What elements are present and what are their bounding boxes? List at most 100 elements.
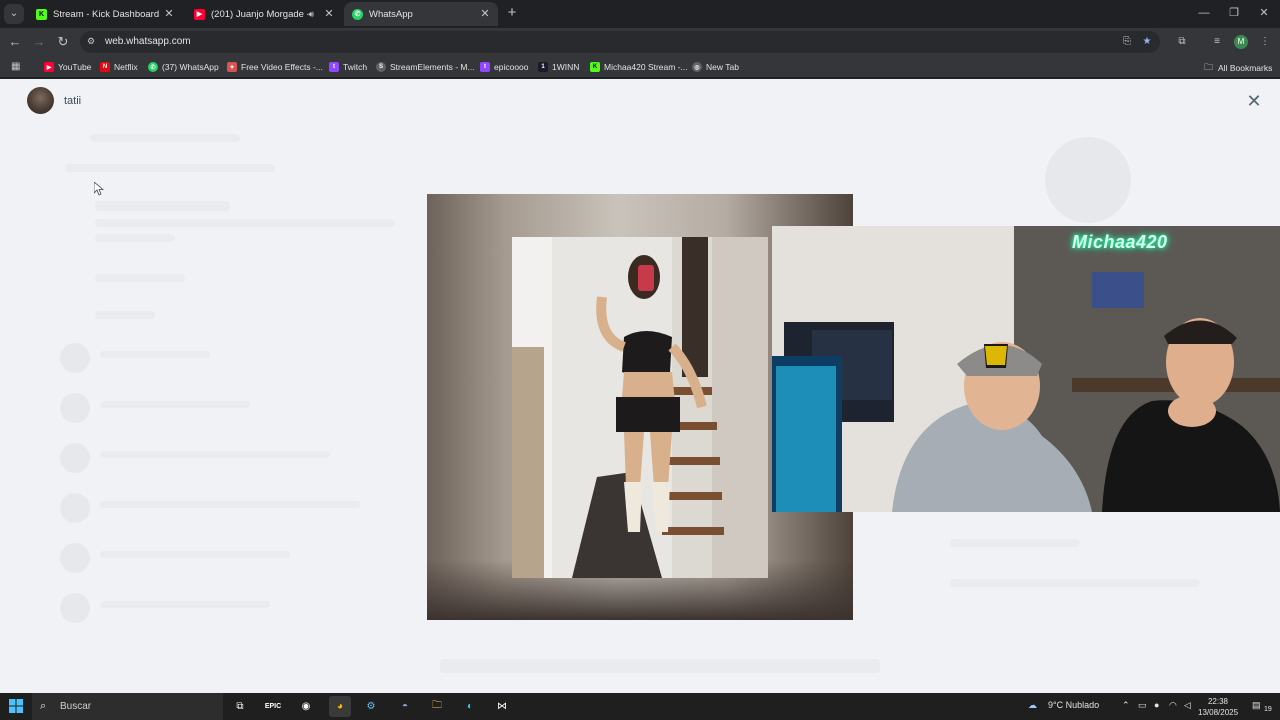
- close-tab-icon[interactable]: ✕: [478, 7, 492, 21]
- bookmark-star-icon[interactable]: ★: [1140, 35, 1154, 49]
- menu-icon[interactable]: ⋮: [1258, 35, 1272, 49]
- windows-taskbar: ⌕ Buscar ⧉ EPIC ◉ ◕ ⚙ ◓ 🗀︎ ◐ ⋈ ☁ 9°C Nub…: [0, 693, 1280, 720]
- chrome-icon[interactable]: ◕: [329, 696, 351, 717]
- cloud-icon[interactable]: ☁: [1028, 700, 1037, 711]
- notification-icon[interactable]: ▤: [1252, 700, 1261, 711]
- apps-grid-icon[interactable]: ▦: [11, 61, 23, 73]
- globe-icon: ◎: [692, 62, 702, 72]
- bookmark-michaa420-stream[interactable]: K Michaa420 Stream -...: [590, 60, 688, 74]
- twitch-icon: t: [480, 62, 490, 72]
- system-clock[interactable]: 22:38 13/08/2025: [1198, 696, 1238, 718]
- tab-search-button[interactable]: ⌄: [4, 4, 24, 24]
- tab-title: (201) Juanjo Morgade - Tu ú: [211, 8, 308, 20]
- media-viewer-header: tatii ✕: [0, 79, 1280, 123]
- neon-sign-text: Michaa420: [1072, 232, 1168, 252]
- browser-tab-strip: ⌄ K Stream - Kick Dashboard ✕ ▶ (201) Ju…: [0, 0, 1280, 28]
- avatar[interactable]: [27, 87, 54, 114]
- whatsapp-icon: ✆: [148, 62, 158, 72]
- kick-icon: K: [36, 8, 47, 20]
- taskbar-search[interactable]: ⌕ Buscar: [32, 693, 223, 720]
- address-url[interactable]: web.whatsapp.com: [105, 36, 191, 47]
- bookmark-whatsapp[interactable]: ✆ (37) WhatsApp: [148, 60, 219, 74]
- close-window-button[interactable]: ✕: [1249, 5, 1279, 21]
- whatsapp-page: tatii ✕ Michaa420: [0, 79, 1280, 693]
- bookmark-netflix[interactable]: N Netflix: [100, 60, 138, 74]
- background-ghost: [60, 543, 90, 573]
- extensions-icon[interactable]: ⧉: [1175, 35, 1189, 49]
- background-ghost: [440, 659, 880, 673]
- speaker-icon[interactable]: ◁: [1184, 700, 1191, 711]
- background-ghost: [950, 579, 1200, 587]
- reload-button[interactable]: ↻: [55, 34, 71, 50]
- effects-icon: ✦: [227, 62, 237, 72]
- media-control-icon[interactable]: ≡: [1210, 35, 1224, 49]
- background-ghost: [90, 134, 240, 142]
- netflix-icon: N: [100, 62, 110, 72]
- back-button[interactable]: ←: [7, 34, 23, 50]
- background-ghost: [60, 493, 90, 523]
- device-icon[interactable]: ▭: [1138, 700, 1147, 711]
- background-ghost: [100, 551, 290, 558]
- chevron-up-icon[interactable]: ⌃: [1122, 700, 1130, 711]
- weather-text[interactable]: 9°C Nublado: [1048, 700, 1099, 710]
- background-ghost: [60, 593, 90, 623]
- background-ghost: [60, 343, 90, 373]
- tab-title: Stream - Kick Dashboard: [53, 8, 160, 20]
- background-ghost: [1045, 137, 1131, 223]
- discord-icon[interactable]: ◓: [394, 696, 416, 717]
- wifi-icon[interactable]: ◠: [1169, 700, 1177, 711]
- bookmark-new-tab[interactable]: ◎ New Tab: [692, 60, 739, 74]
- background-ghost: [100, 601, 270, 608]
- background-ghost: [60, 393, 90, 423]
- capcut-icon[interactable]: ⋈: [491, 696, 513, 717]
- site-info-icon[interactable]: ⚙: [87, 36, 98, 47]
- youtube-icon: ▶: [194, 8, 205, 20]
- bookmark-twitch[interactable]: t Twitch: [329, 60, 367, 74]
- background-ghost: [60, 443, 90, 473]
- bookmark-streamelements[interactable]: S StreamElements - M...: [376, 60, 475, 74]
- whatsapp-icon: ✆: [352, 8, 363, 20]
- background-ghost: [95, 201, 230, 211]
- shared-photo[interactable]: [512, 237, 768, 578]
- edge-icon[interactable]: ◐: [459, 696, 481, 717]
- close-tab-icon[interactable]: ✕: [322, 7, 336, 21]
- forward-button[interactable]: →: [31, 34, 47, 50]
- new-tab-button[interactable]: +: [504, 5, 520, 21]
- close-tab-icon[interactable]: ✕: [162, 7, 176, 21]
- tab-kick-dashboard[interactable]: K Stream - Kick Dashboard ✕: [28, 2, 182, 26]
- tab-youtube[interactable]: ▶ (201) Juanjo Morgade - Tu ú 🔊︎ ✕: [186, 2, 342, 26]
- address-bar[interactable]: ⚙ web.whatsapp.com ⎘ ★: [80, 31, 1160, 53]
- bookmark-youtube[interactable]: ▶ YouTube: [44, 60, 91, 74]
- close-icon[interactable]: ✕: [1244, 91, 1264, 111]
- mouse-pointer-icon: [94, 182, 104, 196]
- twitch-icon: t: [329, 62, 339, 72]
- background-ghost: [100, 501, 360, 508]
- steam-icon[interactable]: ⚙: [360, 696, 382, 717]
- bookmark-epicoooo[interactable]: t epicoooo: [480, 60, 529, 74]
- bookmarks-bar: ▦ ▶ YouTube N Netflix ✆ (37) WhatsApp ✦ …: [0, 56, 1280, 78]
- windows-start-icon[interactable]: [9, 699, 23, 713]
- background-ghost: [95, 274, 185, 282]
- task-view-icon[interactable]: ⧉: [229, 696, 251, 717]
- install-app-icon[interactable]: ⎘: [1120, 35, 1134, 49]
- file-explorer-icon[interactable]: 🗀︎: [426, 696, 448, 717]
- tab-title: WhatsApp: [369, 8, 413, 20]
- speaker-icon[interactable]: 🔊︎: [308, 9, 314, 20]
- background-ghost: [100, 451, 330, 458]
- minimize-button[interactable]: —: [1189, 5, 1219, 21]
- streamelements-icon: S: [376, 62, 386, 72]
- epic-games-icon[interactable]: EPIC: [262, 696, 284, 717]
- obs-icon[interactable]: ◉: [295, 696, 317, 717]
- restore-button[interactable]: ❐: [1219, 5, 1249, 21]
- webcam-illustration: [772, 226, 1280, 512]
- bookmark-free-video-effects[interactable]: ✦ Free Video Effects -...: [227, 60, 323, 74]
- microphone-icon[interactable]: ●: [1154, 700, 1159, 710]
- contact-name[interactable]: tatii: [64, 95, 81, 107]
- bookmark-1winn[interactable]: 1 1WINN: [538, 60, 579, 74]
- background-ghost: [95, 219, 395, 227]
- background-ghost: [95, 311, 155, 319]
- profile-avatar[interactable]: M: [1234, 35, 1248, 49]
- notification-count: 19: [1264, 706, 1272, 713]
- all-bookmarks-button[interactable]: 🗀︎ All Bookmarks: [1204, 60, 1272, 76]
- tab-whatsapp[interactable]: ✆ WhatsApp ✕: [344, 2, 498, 26]
